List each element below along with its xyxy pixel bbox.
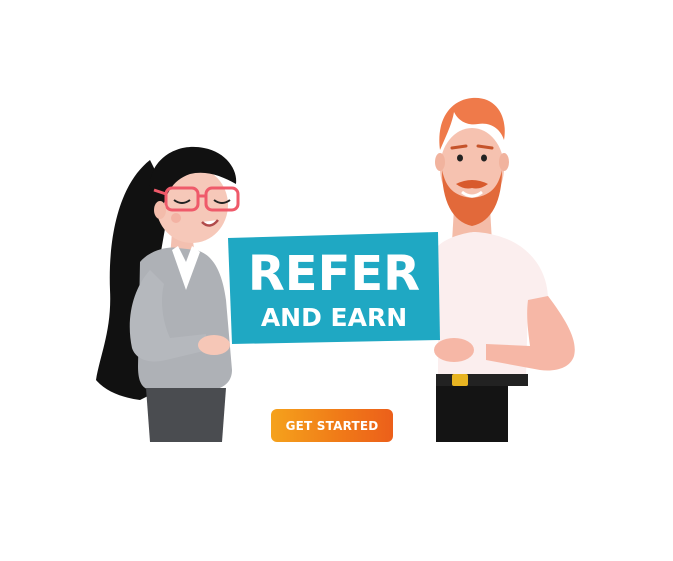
- woman-hand: [198, 335, 230, 355]
- man-belt: [436, 374, 528, 386]
- refer-and-earn-illustration: REFER AND EARN: [96, 97, 575, 442]
- sign-line-1: REFER: [248, 246, 420, 302]
- get-started-button[interactable]: GET STARTED: [271, 409, 393, 442]
- woman-skirt: [146, 388, 226, 442]
- woman-illustration: [96, 146, 240, 442]
- refer-and-earn-sign: REFER AND EARN: [228, 232, 440, 344]
- sign-line-2: AND EARN: [261, 303, 407, 332]
- belt-buckle-icon: [452, 374, 468, 386]
- man-illustration: [434, 97, 575, 442]
- man-hand: [434, 338, 474, 362]
- man-trousers: [436, 386, 508, 442]
